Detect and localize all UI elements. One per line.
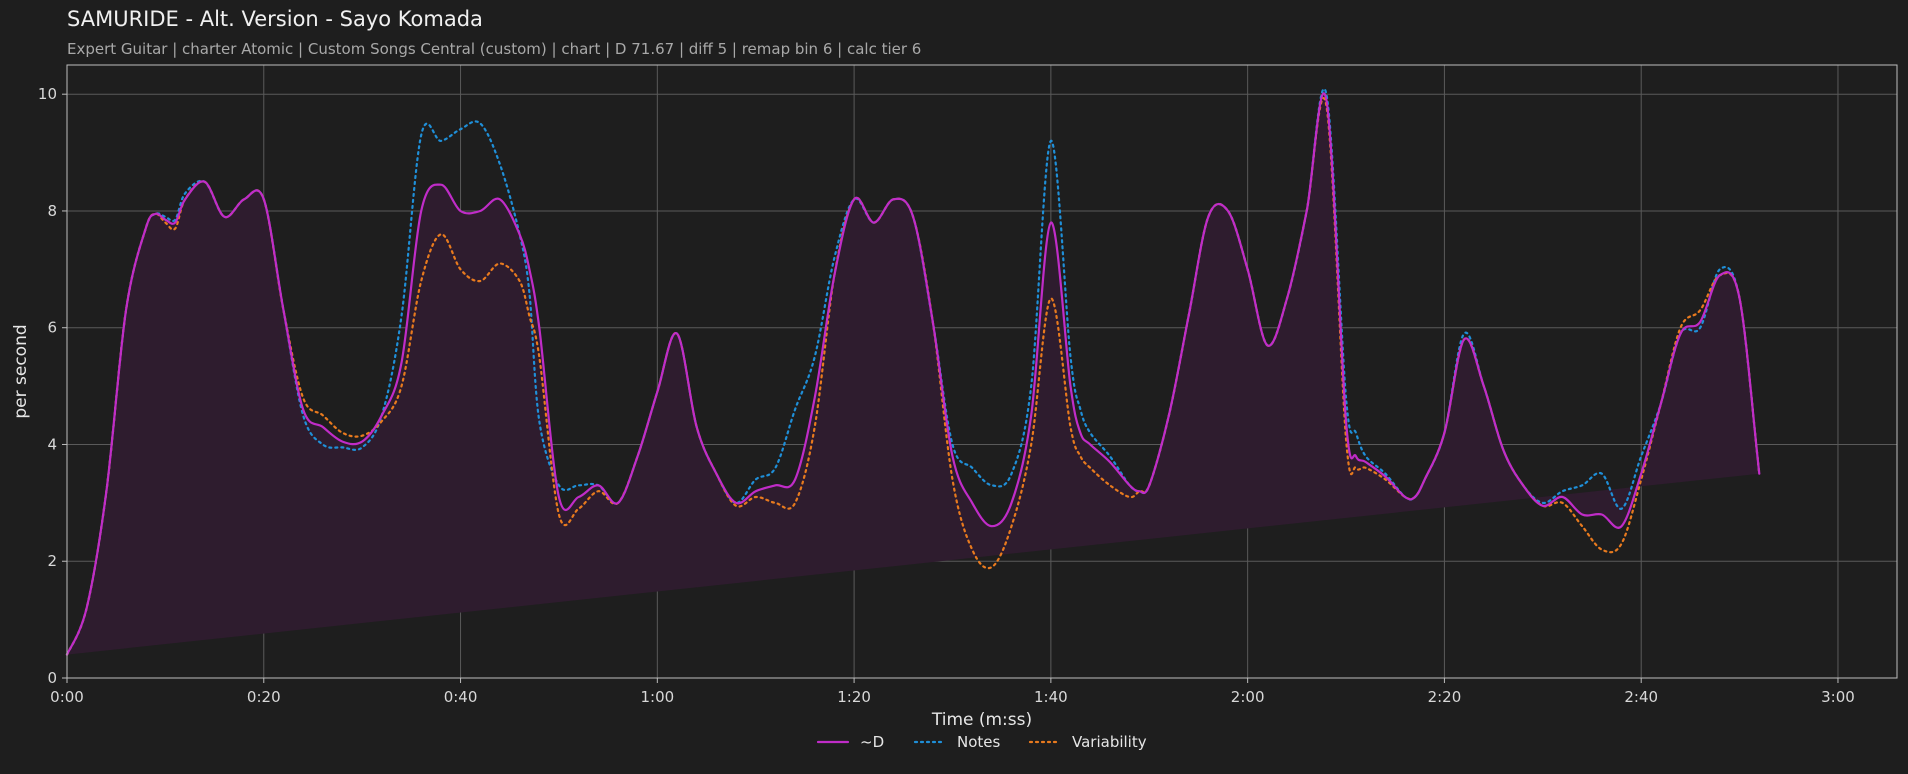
legend-label: Notes: [957, 733, 1001, 751]
y-tick-label: 0: [47, 669, 57, 687]
x-tick-label: 2:40: [1624, 688, 1658, 706]
x-tick-label: 0:40: [444, 688, 478, 706]
x-tick-label: 2:00: [1231, 688, 1265, 706]
x-tick-label: 0:20: [247, 688, 281, 706]
chart-plot: 0:00 0:20 0:40 1:00 1:20 1:40 2:00 2:20 2:40 3:00…: [11, 64, 1898, 751]
legend-label: Variability: [1072, 733, 1147, 751]
y-tick-label: 8: [47, 202, 57, 220]
y-tick-label: 2: [47, 552, 57, 570]
x-axis-label: Time (m:ss): [931, 710, 1032, 730]
series-d-fill: [67, 93, 1760, 655]
legend: ~D Notes Variability: [816, 733, 1147, 751]
x-tick-label: 2:20: [1428, 688, 1462, 706]
x-tick-label: 1:00: [640, 688, 674, 706]
series-layer: [65, 87, 1761, 656]
x-tick-label: 0:00: [50, 688, 84, 706]
y-tick-label: 10: [38, 85, 57, 103]
x-tick-label: 1:20: [837, 688, 871, 706]
y-tick-label: 4: [47, 435, 57, 453]
y-tick-label: 6: [47, 319, 57, 337]
legend-label: ~D: [860, 733, 884, 751]
y-axis-label: per second: [11, 324, 31, 418]
x-tick-label: 3:00: [1821, 688, 1855, 706]
x-tick-label: 1:40: [1034, 688, 1068, 706]
